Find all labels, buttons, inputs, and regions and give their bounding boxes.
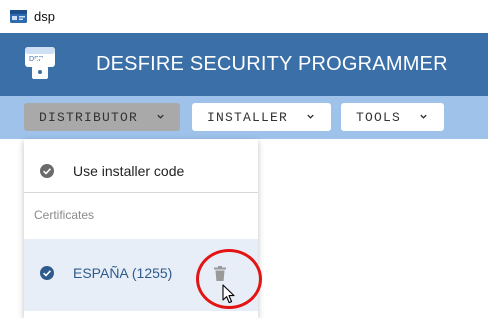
certificates-section-label: Certificates bbox=[34, 208, 95, 222]
lock-card-icon: DSP bbox=[25, 47, 55, 79]
certificate-label: ESPAÑA (1255) bbox=[73, 265, 173, 281]
installer-menu-label: INSTALLER bbox=[207, 109, 289, 125]
tools-menu-button[interactable]: TOOLS bbox=[341, 103, 444, 131]
use-installer-code-label: Use installer code bbox=[73, 163, 185, 179]
chevron-down-icon bbox=[157, 114, 164, 119]
dsp-app-icon bbox=[10, 10, 27, 23]
app-title: DESFIRE SECURITY PROGRAMMER bbox=[96, 53, 448, 75]
use-installer-code-item[interactable]: Use installer code bbox=[24, 151, 258, 191]
chevron-down-icon bbox=[420, 114, 427, 119]
distributor-menu-label: DISTRIBUTOR bbox=[39, 109, 139, 125]
app-header: DSP DESFIRE SECURITY PROGRAMMER bbox=[0, 33, 488, 96]
tools-menu-label: TOOLS bbox=[356, 109, 402, 125]
check-circle-icon bbox=[40, 266, 54, 280]
check-circle-icon bbox=[40, 164, 54, 178]
distributor-menu-button[interactable]: DISTRIBUTOR bbox=[24, 103, 180, 131]
dropdown-divider bbox=[24, 192, 258, 193]
main-toolbar: DISTRIBUTOR INSTALLER TOOLS bbox=[0, 96, 488, 139]
mouse-pointer-icon bbox=[222, 284, 235, 304]
chevron-down-icon bbox=[307, 114, 314, 119]
installer-menu-button[interactable]: INSTALLER bbox=[192, 103, 331, 131]
window-title: dsp bbox=[34, 9, 55, 24]
window-titlebar: dsp bbox=[0, 0, 488, 33]
